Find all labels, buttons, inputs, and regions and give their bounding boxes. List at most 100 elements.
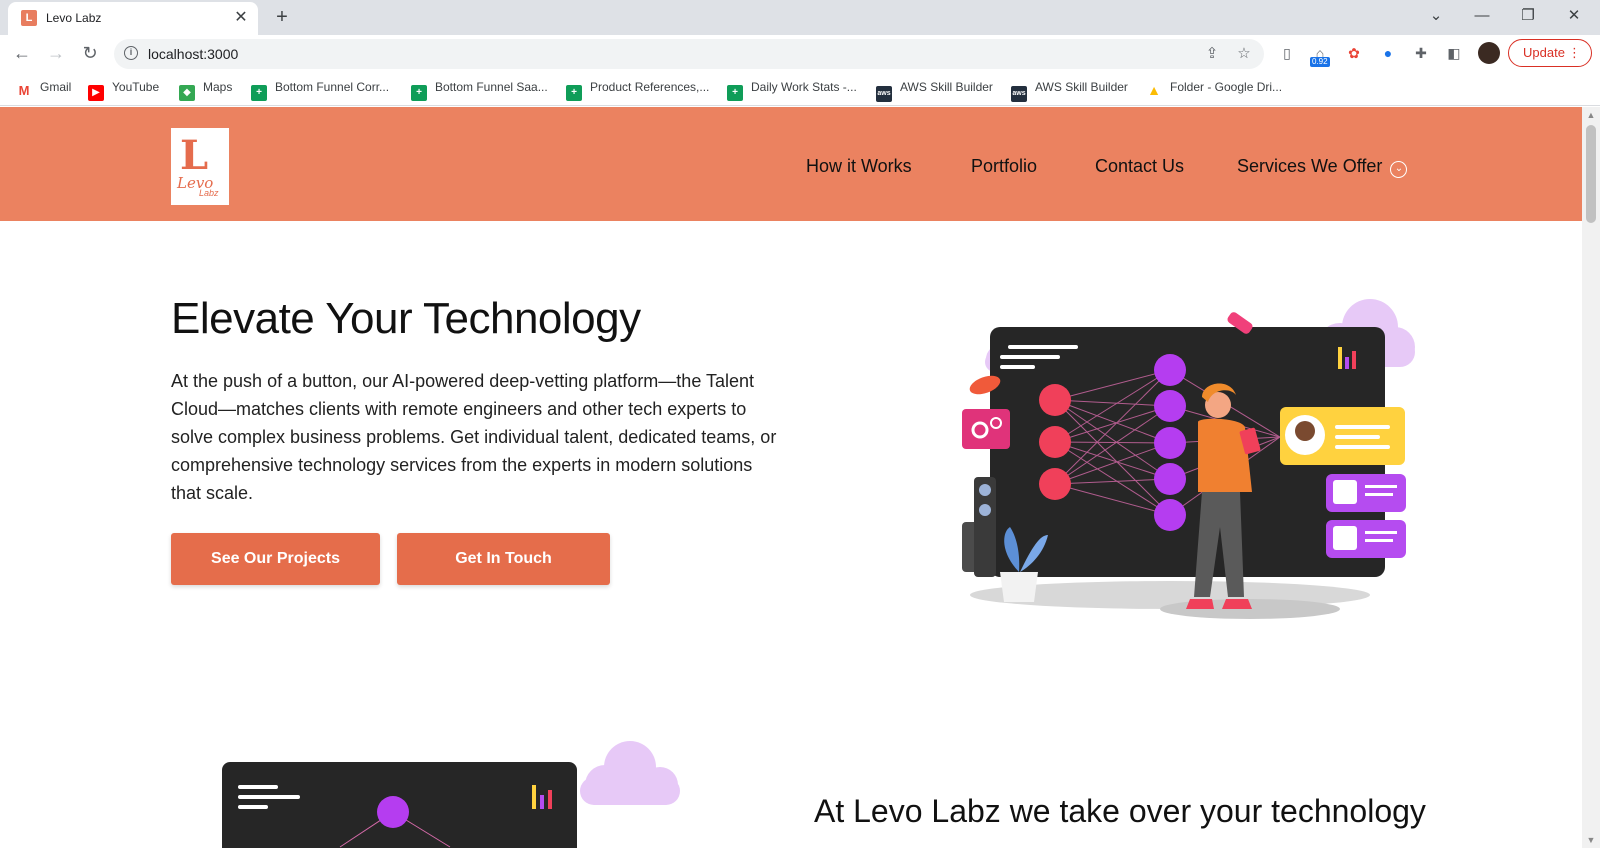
bookmark-label: Gmail bbox=[40, 80, 72, 94]
screen-line bbox=[1000, 355, 1060, 359]
page-scrollbar[interactable]: ▲ ▼ bbox=[1582, 107, 1600, 848]
hero-description: At the push of a button, our AI-powered … bbox=[171, 371, 777, 503]
extension-cursor-icon[interactable]: ● bbox=[1378, 43, 1398, 63]
browser-tab[interactable]: L Levo Labz ✕ bbox=[8, 2, 258, 35]
minimize-button[interactable]: — bbox=[1470, 4, 1494, 28]
logo-sub: Labz bbox=[199, 188, 219, 198]
scroll-up-icon[interactable]: ▲ bbox=[1585, 110, 1597, 120]
maps-icon: ◆ bbox=[179, 85, 195, 101]
update-button[interactable]: Update ⋮ bbox=[1508, 39, 1592, 67]
bookmark-label: AWS Skill Builder bbox=[1035, 80, 1128, 94]
extensions-puzzle-icon[interactable]: ✚ bbox=[1411, 43, 1431, 63]
profile-avatar[interactable] bbox=[1478, 42, 1500, 64]
bookmark-sheet-2[interactable]: + Bottom Funnel Saa... bbox=[411, 80, 548, 101]
menu-dots-icon: ⋮ bbox=[1568, 45, 1581, 60]
card-line bbox=[1365, 485, 1397, 488]
bookmark-aws-2[interactable]: aws AWS Skill Builder bbox=[1011, 80, 1128, 102]
update-label: Update bbox=[1523, 45, 1565, 60]
chart-bar bbox=[548, 790, 552, 809]
bookmark-sheet-1[interactable]: + Bottom Funnel Corr... bbox=[251, 80, 390, 101]
sheets-icon: + bbox=[251, 85, 267, 101]
chart-bar bbox=[1352, 351, 1356, 369]
profile-face bbox=[1295, 421, 1315, 441]
chart-bar bbox=[1338, 347, 1342, 369]
nav-portfolio[interactable]: Portfolio bbox=[971, 156, 1037, 177]
bookmark-label: Daily Work Stats -... bbox=[751, 80, 857, 94]
network-node bbox=[1039, 426, 1071, 458]
card-line bbox=[1365, 539, 1393, 542]
ui-dot bbox=[979, 484, 991, 496]
page-viewport: L Levo Labz How it Works Portfolio Conta… bbox=[0, 107, 1582, 848]
bookmark-drive[interactable]: ▲ Folder - Google Dri... bbox=[1146, 80, 1282, 98]
aws-icon: aws bbox=[1011, 86, 1027, 102]
bookmarks-bar: M Gmail ▶ YouTube ◆ Maps + Bottom Funnel Cor… bbox=[0, 72, 1600, 106]
close-tab-icon[interactable]: ✕ bbox=[232, 9, 250, 27]
card-line bbox=[1335, 435, 1380, 439]
person-torso bbox=[1198, 418, 1252, 492]
forward-button[interactable]: → bbox=[45, 42, 67, 64]
tab-title: Levo Labz bbox=[46, 11, 102, 25]
network-node bbox=[1154, 463, 1186, 495]
share-icon[interactable]: ⇪ bbox=[1202, 44, 1222, 64]
chevron-down-icon: ⌄ bbox=[1390, 161, 1408, 178]
bookmark-sheet-3[interactable]: + Product References,... bbox=[566, 80, 710, 101]
site-info-icon[interactable]: i bbox=[124, 46, 138, 60]
screen-line bbox=[1000, 365, 1035, 369]
chart-bar bbox=[1345, 357, 1349, 369]
bookmark-star-icon[interactable]: ☆ bbox=[1234, 44, 1254, 64]
cloud-icon bbox=[580, 741, 680, 805]
card-line bbox=[1365, 531, 1397, 534]
bookmark-youtube[interactable]: ▶ YouTube bbox=[88, 80, 160, 101]
address-bar[interactable]: i localhost:3000 ⇪ ☆ bbox=[114, 39, 1264, 69]
site-header: L Levo Labz How it Works Portfolio Conta… bbox=[0, 107, 1582, 221]
aws-icon: aws bbox=[876, 86, 892, 102]
nav-how-it-works[interactable]: How it Works bbox=[806, 156, 912, 177]
reload-button[interactable]: ↻ bbox=[79, 42, 101, 64]
sheets-icon: + bbox=[727, 85, 743, 101]
screen-line bbox=[238, 795, 300, 799]
network-node bbox=[1154, 427, 1186, 459]
back-button[interactable]: ← bbox=[11, 42, 33, 64]
scroll-thumb[interactable] bbox=[1586, 125, 1596, 223]
card-line bbox=[1335, 425, 1390, 429]
hero-illustration bbox=[962, 299, 1415, 619]
nav-services-we-offer[interactable]: Services We Offer ⌄ bbox=[1237, 156, 1408, 178]
bookmark-aws-1[interactable]: aws AWS Skill Builder bbox=[876, 80, 993, 102]
plant-pot bbox=[1000, 572, 1038, 602]
new-tab-button[interactable]: + bbox=[271, 6, 293, 28]
close-window-button[interactable]: ✕ bbox=[1562, 4, 1586, 28]
logo-mark: L bbox=[180, 132, 209, 179]
site-favicon-icon: L bbox=[21, 10, 37, 26]
get-in-touch-button[interactable]: Get In Touch bbox=[397, 533, 610, 585]
url-text[interactable]: localhost:3000 bbox=[148, 46, 238, 62]
extension-meter-icon[interactable]: ⌂ 0.92 bbox=[1310, 43, 1330, 67]
screen-line bbox=[238, 805, 268, 809]
network-node bbox=[1154, 499, 1186, 531]
see-our-projects-button[interactable]: See Our Projects bbox=[171, 533, 380, 585]
bookmark-label: Product References,... bbox=[590, 80, 710, 94]
network-node bbox=[1039, 384, 1071, 416]
scroll-down-icon[interactable]: ▼ bbox=[1585, 835, 1597, 845]
person-shoe bbox=[1222, 599, 1252, 609]
side-panel-icon[interactable]: ◧ bbox=[1444, 43, 1464, 63]
card-line bbox=[1335, 445, 1390, 449]
levo-labz-logo[interactable]: L Levo Labz bbox=[171, 128, 229, 205]
bookmark-label: Bottom Funnel Corr... bbox=[275, 80, 390, 94]
extension-color-icon[interactable]: ✿ bbox=[1344, 43, 1364, 63]
chart-bar bbox=[540, 795, 544, 809]
bookmark-maps[interactable]: ◆ Maps bbox=[179, 80, 232, 101]
tab-search-icon[interactable]: ⌄ bbox=[1424, 4, 1448, 28]
screen-line bbox=[238, 785, 278, 789]
bookmark-label: AWS Skill Builder bbox=[900, 80, 993, 94]
restore-button[interactable]: ❐ bbox=[1516, 4, 1540, 28]
extension-phone-icon[interactable]: ▯ bbox=[1277, 43, 1297, 63]
bookmark-sheet-4[interactable]: + Daily Work Stats -... bbox=[727, 80, 857, 101]
screen-line bbox=[1008, 345, 1078, 349]
bookmark-gmail[interactable]: M Gmail bbox=[16, 80, 72, 98]
card-line bbox=[1365, 493, 1393, 496]
network-node bbox=[1154, 354, 1186, 386]
bookmark-label: YouTube bbox=[112, 80, 160, 94]
sheets-icon: + bbox=[411, 85, 427, 101]
nav-contact-us[interactable]: Contact Us bbox=[1095, 156, 1184, 177]
nav-services-label: Services We Offer bbox=[1237, 156, 1383, 176]
